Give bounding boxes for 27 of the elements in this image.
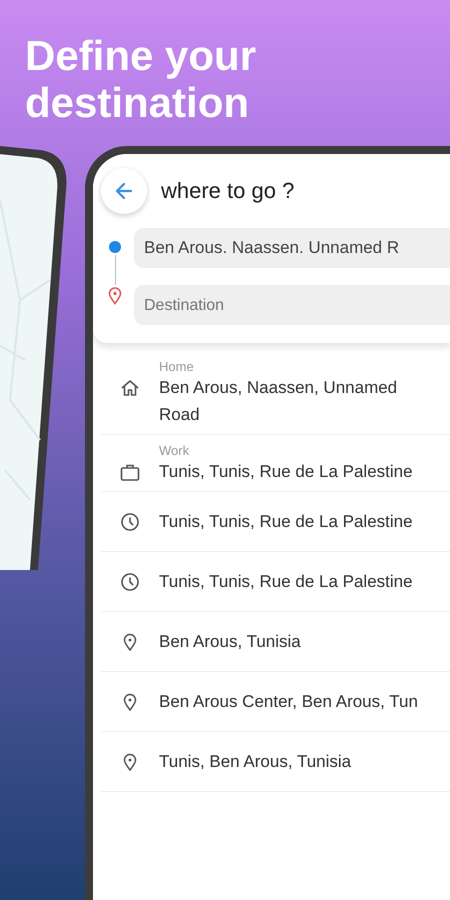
origin-field[interactable]: Ben Arous. Naassen. Unnamed R	[134, 228, 450, 268]
place-address: Ben Arous, Tunisia	[159, 631, 302, 653]
place-item[interactable]: Ben Arous, Tunisia	[101, 612, 450, 672]
place-item[interactable]: Home Ben Arous, Naassen, Unnamed Road	[101, 351, 450, 435]
home-icon	[119, 377, 141, 399]
place-address: Tunis, Ben Arous, Tunisia	[159, 751, 352, 773]
origin-dot-icon	[109, 241, 121, 253]
place-item[interactable]: Tunis, Tunis, Rue de La Palestine	[101, 552, 450, 612]
place-address: Tunis, Tunis, Rue de La Palestine	[159, 461, 414, 483]
destination-field[interactable]: Destination	[134, 285, 450, 325]
pin-icon	[108, 287, 122, 305]
place-item[interactable]: Tunis, Tunis, Rue de La Palestine	[101, 492, 450, 552]
place-address: Tunis, Tunis, Rue de La Palestine	[159, 571, 414, 593]
clock-icon	[119, 570, 141, 592]
headline: Define your destination	[25, 32, 258, 126]
place-item[interactable]: Work Tunis, Tunis, Rue de La Palestine	[101, 435, 450, 492]
place-label: Home	[159, 359, 195, 374]
place-item[interactable]: Ben Arous Center, Ben Arous, Tun	[101, 672, 450, 732]
place-address: Ben Arous, Naassen, Unnamed Road	[159, 377, 398, 426]
place-address: Tunis, Tunis, Rue de La Palestine	[159, 511, 414, 533]
back-icon	[114, 181, 134, 201]
screen-title: where to go ?	[161, 178, 294, 204]
clock-icon	[119, 510, 141, 532]
place-label: Work	[159, 443, 190, 458]
back-button[interactable]	[101, 168, 147, 214]
place-item[interactable]: Tunis, Ben Arous, Tunisia	[101, 732, 450, 792]
place-address: Ben Arous Center, Ben Arous, Tun	[159, 691, 419, 713]
